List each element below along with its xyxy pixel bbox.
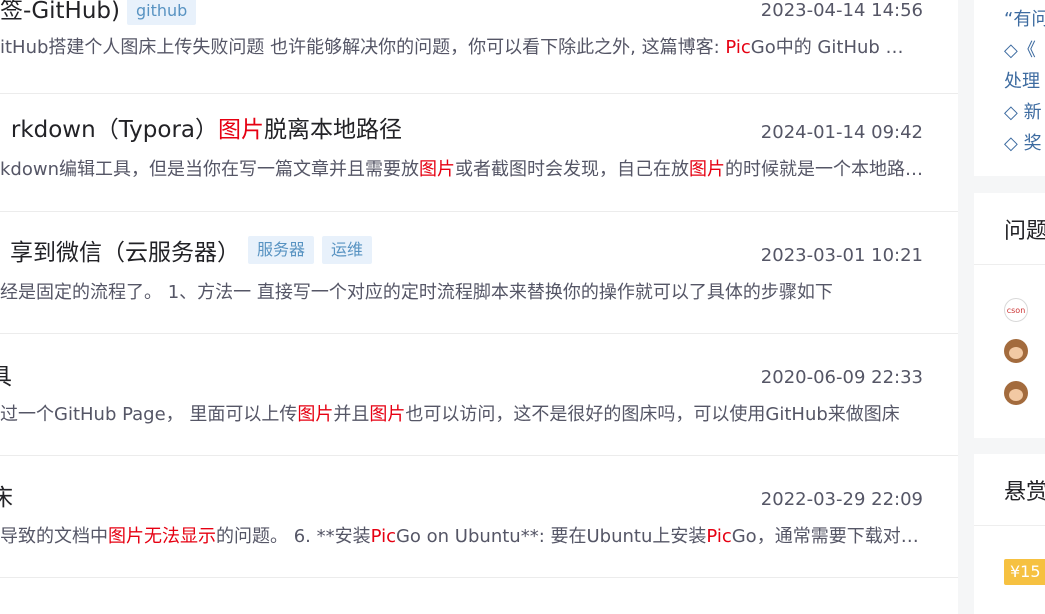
result-desc: 过一个GitHub Page， 里面可以上传图片并且图片也可以访问，这不是很好的… — [0, 404, 900, 425]
sidebar-notice-card: “有问 ◇《 处理 ◇ 新 ◇ 奖 — [974, 0, 1045, 176]
avatar[interactable]: cson — [1004, 298, 1028, 322]
sidebar-notice-line[interactable]: ◇ 新 — [974, 97, 1045, 128]
result-date: 2022-03-29 22:09 — [760, 489, 923, 510]
result-item[interactable]: rkdown（Typora）图片脱离本地路径 2024-01-14 09:42 … — [0, 90, 958, 212]
reward-badge[interactable]: ¥15 — [1004, 559, 1045, 585]
search-results-panel: 签-GitHub) github 2023-04-14 14:56 itHub搭… — [0, 0, 958, 614]
sidebar-notice-line[interactable]: 处理 — [974, 66, 1045, 97]
result-desc: 经是固定的流程了。 1、方法一 直接写一个对应的定时流程脚本来替换你的操作就可以… — [0, 282, 833, 303]
result-item[interactable]: 具 2020-06-09 22:33 过一个GitHub Page， 里面可以上… — [0, 334, 958, 456]
result-desc: itHub搭建个人图床上传失败问题 也许能够解决你的问题，你可以看下除此之外, … — [0, 37, 920, 58]
sidebar-notice-line[interactable]: ◇ 奖 — [974, 128, 1045, 159]
result-item[interactable]: 床 2022-03-29 22:09 导致的文档中图片无法显示的问题。 6. *… — [0, 456, 958, 578]
tag[interactable]: github — [127, 0, 197, 25]
result-title[interactable]: 享到微信（云服务器） — [10, 233, 240, 273]
result-desc: 导致的文档中图片无法显示的问题。 6. **安装PicGo on Ubuntu*… — [0, 526, 923, 547]
tag-list: github — [127, 0, 204, 25]
sidebar-question-card: 问题 cson — [974, 193, 1045, 438]
result-title[interactable]: 签-GitHub) — [0, 0, 120, 31]
result-date: 2023-03-01 10:21 — [760, 245, 923, 266]
sidebar-reward-card: 悬赏 — [974, 454, 1045, 614]
result-item[interactable]: 享到微信（云服务器） 服务器 运维 2023-03-01 10:21 经是固定的流… — [0, 212, 958, 334]
result-date: 2020-06-09 22:33 — [760, 367, 923, 388]
sidebar-notice-line[interactable]: ◇《 — [974, 35, 1045, 66]
sidebar-question-heading: 问题 — [1004, 219, 1045, 244]
result-date: 2024-01-14 09:42 — [760, 122, 923, 143]
tag[interactable]: 服务器 — [248, 236, 315, 264]
result-desc: kdown编辑工具，但是当你在写一篇文章并且需要放图片或者截图时会发现，自己在放… — [0, 159, 923, 180]
result-date: 2023-04-14 14:56 — [760, 0, 923, 21]
avatar[interactable] — [1004, 339, 1028, 363]
result-title[interactable]: rkdown（Typora）图片脱离本地路径 — [0, 110, 500, 150]
tag[interactable]: 运维 — [322, 236, 373, 264]
divider — [974, 264, 1045, 265]
sidebar-reward-heading: 悬赏 — [1004, 480, 1045, 505]
result-item[interactable]: 签-GitHub) github 2023-04-14 14:56 itHub搭… — [0, 0, 958, 94]
result-title[interactable]: 具 — [0, 357, 12, 397]
tag-list: 服务器 运维 — [248, 236, 380, 264]
avatar[interactable] — [1004, 381, 1028, 405]
result-title[interactable]: 床 — [0, 478, 13, 518]
divider — [974, 525, 1045, 526]
sidebar-notice-line[interactable]: “有问 — [974, 4, 1045, 35]
